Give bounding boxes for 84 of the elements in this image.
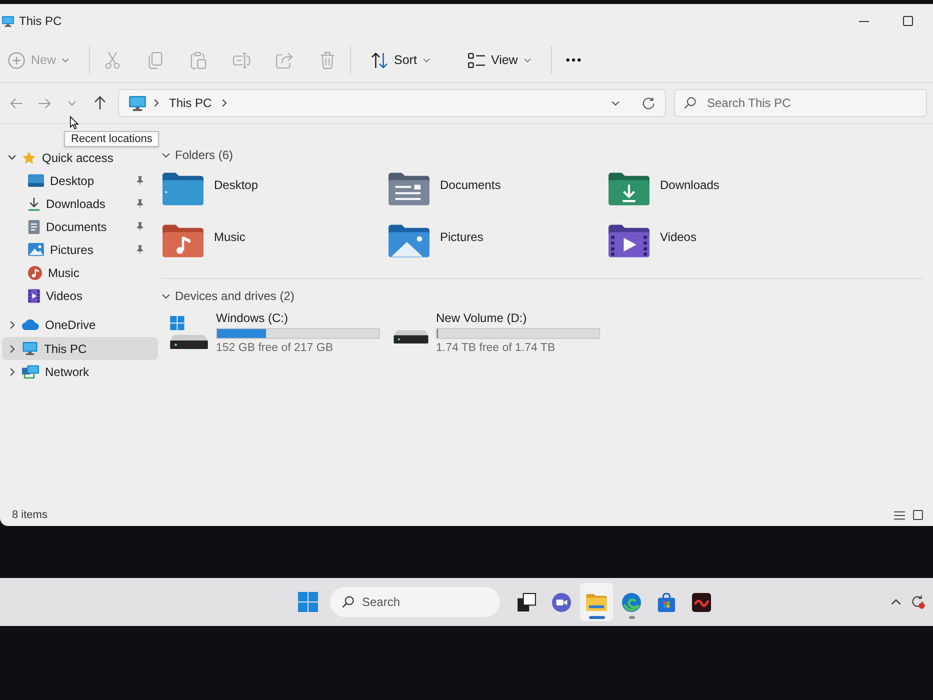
sidebar-item[interactable]: Downloads xyxy=(2,192,158,215)
maximize-icon[interactable] xyxy=(903,16,913,26)
drive-name[interactable]: Windows (C:) xyxy=(216,311,288,325)
item-count: 8 items xyxy=(12,509,48,521)
cloud-icon xyxy=(22,319,39,330)
mouse-cursor-icon xyxy=(70,116,79,130)
refresh-icon[interactable] xyxy=(642,96,655,110)
search-icon xyxy=(684,97,696,109)
sort-button[interactable]: Sort xyxy=(365,46,436,74)
chevron-down-icon[interactable] xyxy=(8,155,16,160)
circular-arrow-icon[interactable] xyxy=(911,595,925,609)
search-field[interactable]: Search This PC xyxy=(674,89,927,117)
overlapping-squares-icon xyxy=(517,592,536,612)
system-drive-icon[interactable] xyxy=(168,316,210,350)
tooltip: Recent locations xyxy=(64,131,160,147)
folder-item[interactable]: Videos xyxy=(608,224,702,258)
network-icon xyxy=(22,364,39,378)
sidebar-item[interactable]: Pictures xyxy=(2,238,158,261)
pin-icon[interactable] xyxy=(136,176,144,186)
chevron-down-icon[interactable] xyxy=(611,100,620,106)
pin-icon[interactable] xyxy=(136,222,144,232)
sidebar-item[interactable]: Music xyxy=(2,261,158,284)
monitor-icon xyxy=(22,342,38,355)
desktop-icon xyxy=(28,174,44,187)
document-folder-icon xyxy=(388,172,430,206)
sidebar-item[interactable]: This PC xyxy=(2,337,158,360)
search-icon xyxy=(342,596,354,608)
folder-icon xyxy=(586,594,607,610)
monitor-icon xyxy=(129,96,146,110)
up-icon[interactable] xyxy=(94,96,106,110)
video-chat-icon xyxy=(552,592,571,612)
drive-icon[interactable] xyxy=(392,330,430,344)
pin-icon[interactable] xyxy=(136,244,144,254)
sidebar-item[interactable]: Documents xyxy=(2,215,158,238)
star-icon xyxy=(22,150,36,164)
chevron-right-icon[interactable] xyxy=(10,320,14,328)
document-icon xyxy=(28,220,40,234)
monitor-icon xyxy=(2,16,14,26)
windows-logo-icon[interactable] xyxy=(298,592,318,612)
folder-icon xyxy=(162,172,204,206)
film-icon xyxy=(28,288,40,302)
chevron-right-icon[interactable] xyxy=(10,344,14,352)
window-title: This PC xyxy=(19,14,62,28)
storage-reading: 1.74 TB free of 1.74 TB xyxy=(436,342,556,354)
plus-icon xyxy=(8,52,25,68)
app-tile-icon xyxy=(692,592,711,612)
section-header[interactable]: Devices and drives (2) xyxy=(162,278,923,305)
video-folder-icon xyxy=(608,224,650,258)
picture-folder-icon xyxy=(388,224,430,258)
pin-icon[interactable] xyxy=(136,198,144,208)
chevron-up-icon[interactable] xyxy=(891,599,901,605)
folder-item[interactable]: Desktop xyxy=(162,172,264,206)
download-folder-icon xyxy=(608,172,650,206)
view-button[interactable]: View xyxy=(462,46,537,74)
drive-name[interactable]: New Volume (D:) xyxy=(436,311,527,325)
picture-icon xyxy=(28,243,44,256)
sidebar-item[interactable]: Videos xyxy=(2,284,158,307)
chevron-right-icon[interactable] xyxy=(222,99,227,107)
storage-reading: 152 GB free of 217 GB xyxy=(216,342,333,354)
list-icon[interactable] xyxy=(894,510,905,520)
chevron-right-icon[interactable] xyxy=(10,368,14,376)
sidebar-item[interactable]: OneDrive xyxy=(2,312,158,337)
breadcrumb-item[interactable]: This PC xyxy=(167,94,214,112)
folder-item[interactable]: Documents xyxy=(388,172,507,206)
square-icon[interactable] xyxy=(913,510,923,520)
list-icon xyxy=(468,52,485,68)
sort-arrows-icon xyxy=(371,52,388,68)
music-folder-icon xyxy=(162,224,204,258)
sidebar-item[interactable]: Network xyxy=(2,360,158,383)
sidebar-item[interactable]: Desktop xyxy=(2,169,158,192)
shopping-bag-icon xyxy=(657,592,676,612)
minimize-icon[interactable] xyxy=(859,20,869,22)
swirl-icon xyxy=(622,592,641,612)
chevron-right-icon[interactable] xyxy=(154,99,159,107)
address-bar[interactable]: This PC xyxy=(118,89,666,117)
search-field[interactable]: Search xyxy=(330,587,500,617)
folder-item[interactable]: Music xyxy=(162,224,252,258)
more-icon[interactable] xyxy=(566,58,581,62)
folder-item[interactable]: Downloads xyxy=(608,172,726,206)
download-icon xyxy=(28,196,40,210)
music-icon xyxy=(28,266,42,280)
folder-item[interactable]: Pictures xyxy=(388,224,490,258)
section-header[interactable]: Folders (6) xyxy=(162,146,238,164)
sidebar-item[interactable]: Quick access xyxy=(2,146,158,169)
